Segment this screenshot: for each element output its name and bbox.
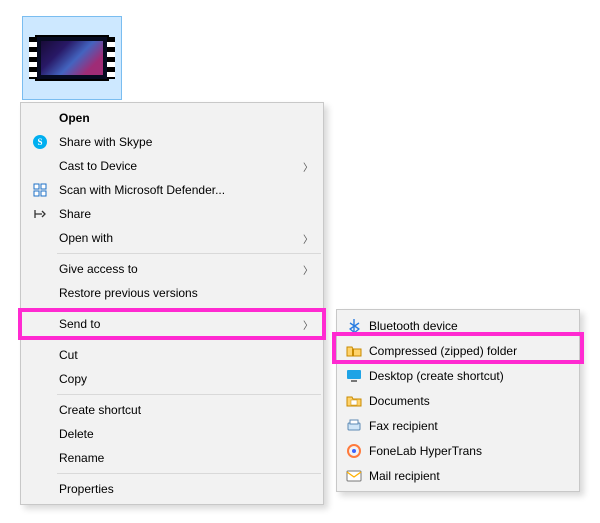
menu-label: Share with Skype [53, 135, 301, 149]
submenu-label: Bluetooth device [365, 319, 571, 333]
chevron-right-icon: 〉 [303, 159, 313, 174]
submenu-fax-recipient[interactable]: Fax recipient [339, 413, 577, 438]
menu-label: Create shortcut [53, 403, 301, 417]
submenu-label: Fax recipient [365, 419, 571, 433]
desktop-icon [343, 368, 365, 384]
submenu-fonelab-hypertrans[interactable]: FoneLab HyperTrans [339, 438, 577, 463]
menu-label: Copy [53, 372, 301, 386]
menu-rename[interactable]: Rename [23, 446, 321, 470]
mail-icon [343, 468, 365, 484]
menu-copy[interactable]: Copy [23, 367, 321, 391]
bluetooth-icon [343, 318, 365, 334]
menu-label: Properties [53, 482, 301, 496]
context-submenu-send-to: Bluetooth device Compressed (zipped) fol… [336, 309, 580, 492]
submenu-mail-recipient[interactable]: Mail recipient [339, 463, 577, 488]
submenu-label: Desktop (create shortcut) [365, 369, 571, 383]
svg-text:S: S [37, 137, 42, 147]
skype-icon: S [27, 134, 53, 150]
submenu-desktop-shortcut[interactable]: Desktop (create shortcut) [339, 363, 577, 388]
submenu-label: Documents [365, 394, 571, 408]
submenu-label: FoneLab HyperTrans [365, 444, 571, 458]
menu-cast-to-device[interactable]: Cast to Device 〉 [23, 154, 321, 178]
documents-folder-icon [343, 393, 365, 409]
context-menu: Open S Share with Skype Cast to Device 〉… [20, 102, 324, 505]
fonelab-icon [343, 443, 365, 459]
menu-label: Open [53, 111, 301, 125]
menu-label: Give access to [53, 262, 301, 276]
chevron-right-icon: 〉 [303, 262, 313, 277]
menu-separator [57, 308, 321, 309]
menu-label: Send to [53, 317, 301, 331]
menu-scan-defender[interactable]: Scan with Microsoft Defender... [23, 178, 321, 202]
menu-share-with-skype[interactable]: S Share with Skype [23, 130, 321, 154]
submenu-bluetooth-device[interactable]: Bluetooth device [339, 313, 577, 338]
menu-label: Scan with Microsoft Defender... [53, 183, 301, 197]
file-item-video[interactable] [22, 16, 122, 100]
menu-label: Open with [53, 231, 301, 245]
menu-separator [57, 253, 321, 254]
submenu-documents[interactable]: Documents [339, 388, 577, 413]
menu-delete[interactable]: Delete [23, 422, 321, 446]
menu-label: Rename [53, 451, 301, 465]
menu-separator [57, 473, 321, 474]
fax-icon [343, 418, 365, 434]
menu-label: Delete [53, 427, 301, 441]
menu-open[interactable]: Open [23, 106, 321, 130]
share-icon [27, 206, 53, 222]
menu-label: Cut [53, 348, 301, 362]
video-thumbnail [35, 35, 109, 81]
menu-label: Restore previous versions [53, 286, 301, 300]
menu-open-with[interactable]: Open with 〉 [23, 226, 321, 250]
menu-share[interactable]: Share [23, 202, 321, 226]
menu-restore-previous-versions[interactable]: Restore previous versions [23, 281, 321, 305]
menu-properties[interactable]: Properties [23, 477, 321, 501]
menu-give-access-to[interactable]: Give access to 〉 [23, 257, 321, 281]
zip-folder-icon [343, 343, 365, 359]
menu-label: Share [53, 207, 301, 221]
submenu-label: Mail recipient [365, 469, 571, 483]
menu-cut[interactable]: Cut [23, 343, 321, 367]
chevron-right-icon: 〉 [303, 317, 313, 332]
menu-separator [57, 394, 321, 395]
submenu-label: Compressed (zipped) folder [365, 344, 571, 358]
video-thumbnail-art [41, 41, 103, 75]
menu-separator [57, 339, 321, 340]
menu-label: Cast to Device [53, 159, 301, 173]
submenu-compressed-zip-folder[interactable]: Compressed (zipped) folder [339, 338, 577, 363]
menu-create-shortcut[interactable]: Create shortcut [23, 398, 321, 422]
chevron-right-icon: 〉 [303, 231, 313, 246]
menu-send-to[interactable]: Send to 〉 [23, 312, 321, 336]
defender-shield-icon [27, 182, 53, 198]
